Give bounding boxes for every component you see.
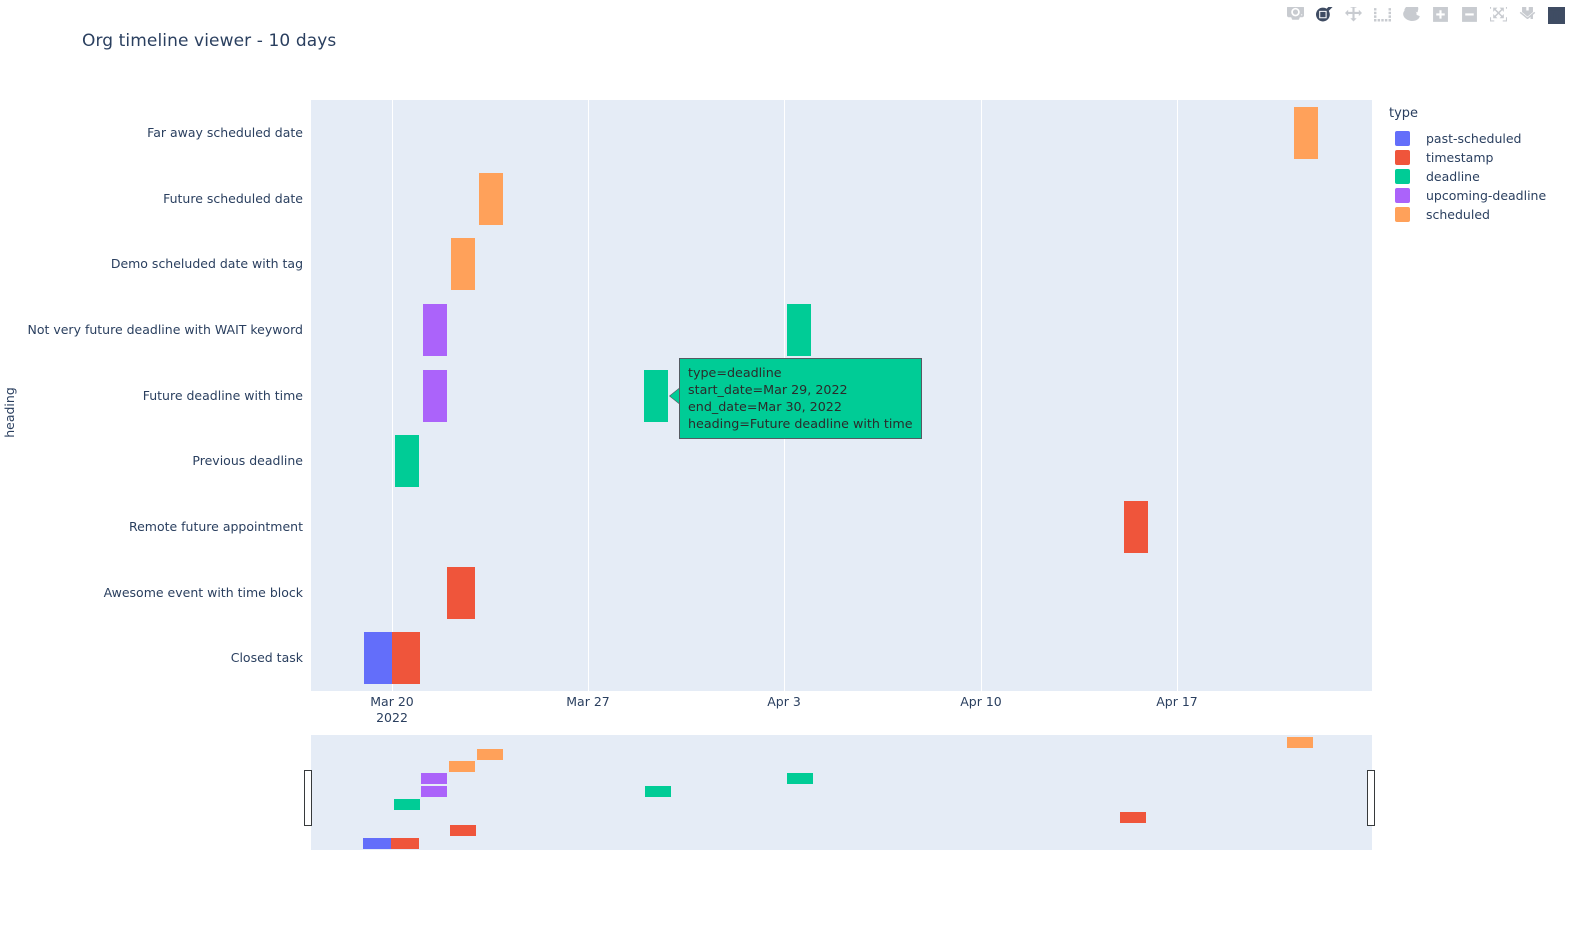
y-axis-label: Awesome event with time block [103,584,303,600]
legend-swatch-icon [1395,207,1410,222]
rangeslider-bar [391,838,419,849]
x-axis-tick: Apr 10 [960,694,1002,710]
x-axis-tick: Apr 17 [1156,694,1198,710]
legend-items: past-scheduled timestamp deadline upcoming-… [1389,129,1569,224]
rangeslider-bar [421,786,447,797]
autoscale-icon[interactable] [1488,5,1508,25]
timeline-bar[interactable] [644,369,668,422]
rangeslider-bar [450,825,476,836]
timeline-bar[interactable] [423,369,447,422]
x-axis-tick: Mar 20 2022 [370,694,413,726]
legend-item-timestamp[interactable]: timestamp [1389,148,1569,167]
zoom-out-icon[interactable] [1459,5,1479,25]
zoom-icon[interactable] [1314,5,1334,25]
legend-item-label: timestamp [1426,150,1494,165]
y-axis-label: Closed task [230,649,303,665]
legend-item-upcoming-deadline[interactable]: upcoming-deadline [1389,186,1569,205]
timeline-bar[interactable] [451,238,475,291]
y-axis-label: Demo scheluded date with tag [110,255,303,271]
x-gridline [392,100,393,691]
timeline-bar[interactable] [395,435,419,488]
legend-item-scheduled[interactable]: scheduled [1389,205,1569,224]
legend-swatch-icon [1395,169,1410,184]
range-end-handle[interactable] [1367,770,1375,826]
timeline-bar[interactable] [447,566,475,619]
legend-item-label: upcoming-deadline [1426,188,1547,203]
tooltip-line: heading=Future deadline with time [688,416,913,431]
y-axis-label: Far away scheduled date [147,124,303,140]
legend-item-label: scheduled [1426,207,1490,222]
x-axis-tick: Apr 3 [767,694,801,710]
modebar[interactable] [1285,4,1566,26]
pan-icon[interactable] [1343,5,1363,25]
x-gridline [1177,100,1178,691]
timeline-bar[interactable] [423,303,447,356]
tooltip-line: start_date=Mar 29, 2022 [688,382,848,397]
rangeslider-bar [1287,737,1313,748]
legend-swatch-icon [1395,131,1410,146]
legend-swatch-icon [1395,150,1410,165]
tooltip-line: type=deadline [688,365,782,380]
zoom-in-icon[interactable] [1430,5,1450,25]
hover-tooltip: type=deadline start_date=Mar 29, 2022 end_… [679,358,922,439]
rangeslider-bar [1120,812,1146,823]
plotly-logo-icon[interactable] [1546,5,1566,25]
y-axis-label: Previous deadline [192,452,303,468]
x-axis-tick-sublabel: 2022 [376,710,408,725]
y-axis-label: Future scheduled date [163,190,303,206]
legend-item-label: past-scheduled [1426,131,1522,146]
legend-item-label: deadline [1426,169,1480,184]
timeline-bar[interactable] [787,303,811,356]
rangeslider-bar [363,838,391,849]
x-axis-tick: Mar 27 [566,694,609,710]
y-axis-title: heading [1,387,17,438]
x-axis-tick-label: Mar 20 [370,694,414,709]
y-axis-label: Future deadline with time [142,387,303,403]
rangeslider-bar [645,786,671,797]
home-icon[interactable] [1517,5,1537,25]
box-select-icon[interactable] [1372,5,1392,25]
rangeslider-bar [449,761,475,772]
tooltip-line: end_date=Mar 30, 2022 [688,399,842,414]
y-axis-label: Remote future appointment [128,518,303,534]
timeline-bar[interactable] [364,632,392,685]
y-axis-labels: Far away scheduled date Future scheduled … [0,0,303,935]
rangeslider-bar [477,749,503,760]
x-axis-tick-label: Apr 10 [960,694,1002,709]
rangeslider[interactable] [311,735,1372,850]
rangeslider-bar [394,799,420,810]
lasso-select-icon[interactable] [1401,5,1421,25]
x-gridline [981,100,982,691]
rangeslider-bar [787,773,813,784]
x-gridline [588,100,589,691]
legend-title: type [1389,106,1419,121]
legend-swatch-icon [1395,188,1410,203]
legend-item-deadline[interactable]: deadline [1389,167,1569,186]
x-axis-tick-label: Mar 27 [566,694,610,709]
timeline-bar[interactable] [1124,500,1148,553]
camera-icon[interactable] [1285,5,1305,25]
timeline-bar[interactable] [392,632,420,685]
legend-item-past-scheduled[interactable]: past-scheduled [1389,129,1569,148]
y-axis-label: Not very future deadline with WAIT keywo… [27,321,303,337]
timeline-bar[interactable] [479,172,503,225]
legend[interactable]: type past-scheduled timestamp deadline upco… [1389,106,1569,224]
x-axis-tick-label: Apr 3 [767,694,801,709]
x-axis-tick-label: Apr 17 [1156,694,1198,709]
timeline-bar[interactable] [1294,106,1318,159]
rangeslider-bar [421,773,447,784]
range-start-handle[interactable] [304,770,312,826]
